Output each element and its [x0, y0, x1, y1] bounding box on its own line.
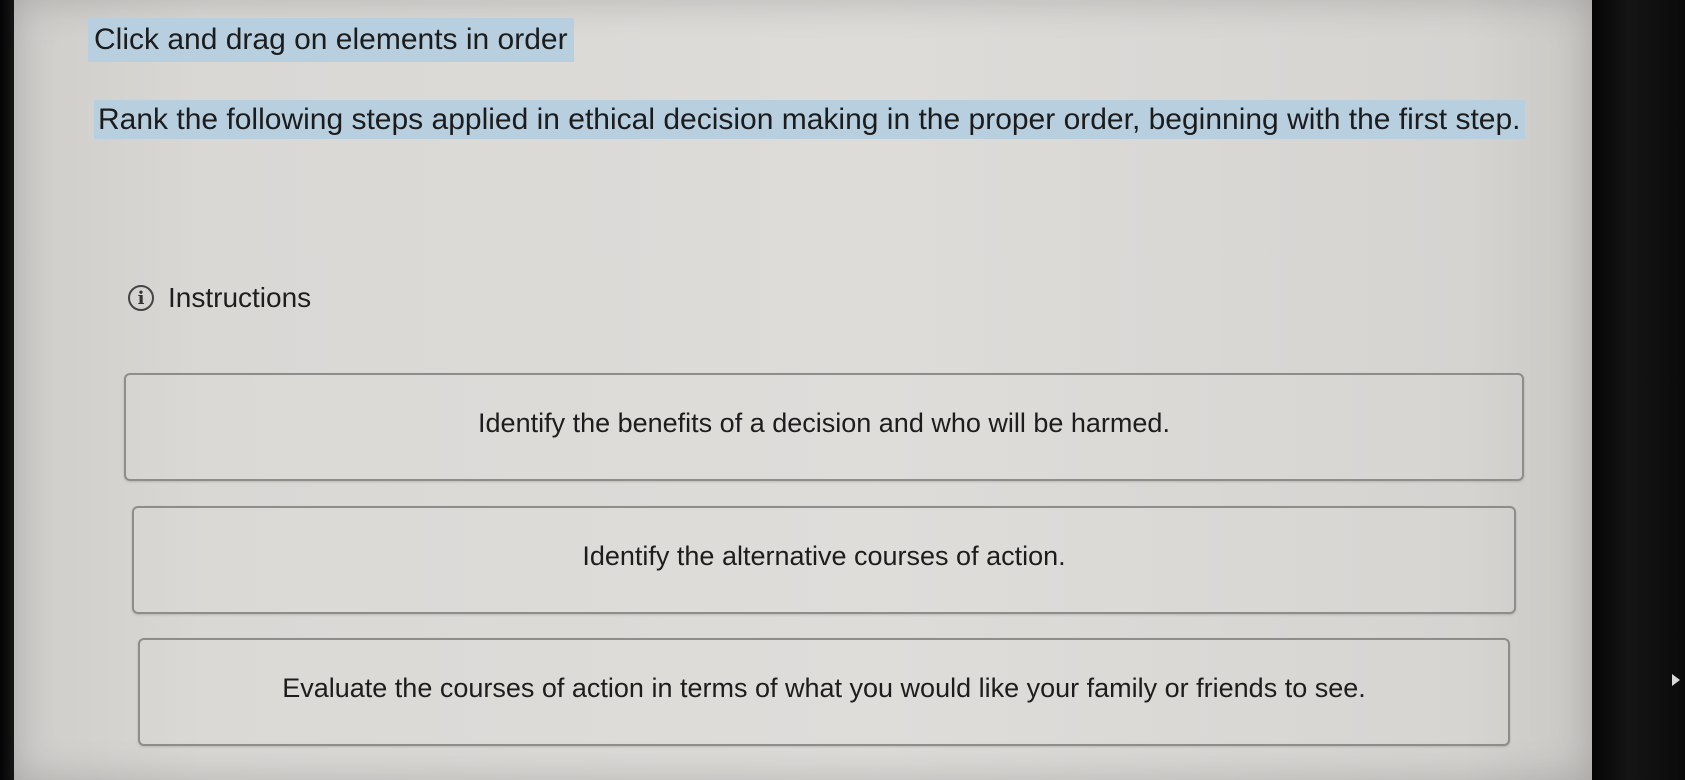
page-title: Click and drag on elements in order	[88, 18, 574, 62]
info-icon: i	[128, 285, 154, 311]
rank-item-label: Identify the alternative courses of acti…	[582, 540, 1066, 571]
rank-item[interactable]: Identify the benefits of a decision and …	[124, 373, 1524, 481]
instructions-toggle[interactable]: i Instructions	[128, 282, 311, 314]
question-prompt: Rank the following steps applied in ethi…	[94, 96, 1554, 144]
rank-item[interactable]: Evaluate the courses of action in terms …	[138, 638, 1510, 746]
rank-item-label: Identify the benefits of a decision and …	[478, 407, 1170, 438]
rank-item-label: Evaluate the courses of action in terms …	[282, 672, 1366, 703]
instructions-label: Instructions	[168, 282, 312, 313]
rank-item[interactable]: Identify the alternative courses of acti…	[132, 506, 1516, 614]
question-text: Rank the following steps applied in ethi…	[94, 100, 1525, 139]
pointer-arrow-icon	[1672, 674, 1680, 686]
monitor-bezel-right	[1592, 0, 1685, 780]
